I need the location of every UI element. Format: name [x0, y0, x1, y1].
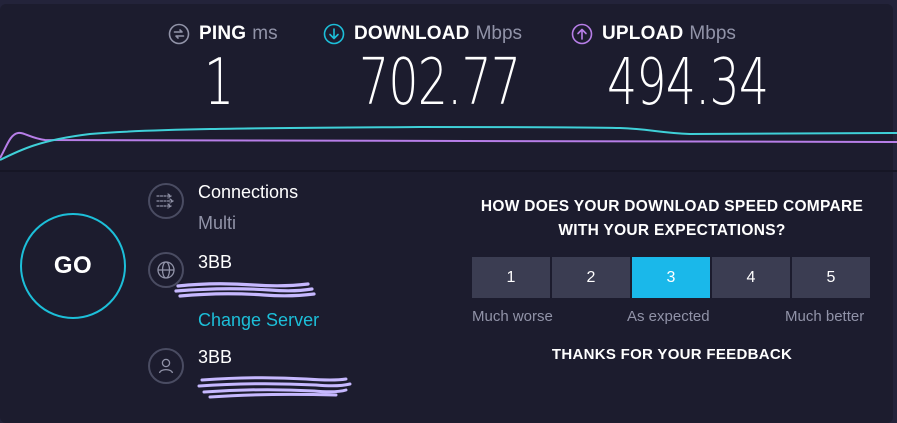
upload-speed-line — [0, 131, 897, 159]
ping-value: 1 — [204, 46, 234, 120]
connections-mode: Multi — [198, 213, 237, 233]
feedback-question: HOW DOES YOUR DOWNLOAD SPEED COMPARE WIT… — [462, 195, 882, 243]
feedback-thanks: THANKS FOR YOUR FEEDBACK — [551, 346, 793, 363]
download-metric: DOWNLOAD Mbps 702.77 — [323, 22, 522, 120]
download-label: DOWNLOAD — [354, 23, 470, 44]
redacted-server-name — [174, 282, 316, 298]
ping-unit: ms — [252, 23, 278, 44]
user-isp: 3BB — [198, 347, 233, 367]
rating-option-2[interactable]: 2 — [552, 257, 630, 298]
scale-label-low: Much worse — [472, 308, 553, 325]
upload-arrow-icon — [571, 23, 593, 45]
redacted-user-ip — [197, 376, 352, 399]
download-arrow-icon — [323, 23, 345, 45]
feedback-question-line2: WITH YOUR EXPECTATIONS? — [558, 222, 786, 239]
upload-metric: UPLOAD Mbps 494.34 — [571, 22, 769, 120]
ping-header: PING ms — [168, 22, 278, 46]
rating-option-4[interactable]: 4 — [712, 257, 790, 298]
change-server-link[interactable]: Change Server — [198, 310, 319, 331]
user-icon — [148, 348, 184, 384]
upload-header: UPLOAD Mbps — [571, 22, 736, 46]
scale-label-high: Much better — [785, 308, 865, 325]
speed-graph — [0, 125, 897, 161]
ping-label: PING — [199, 23, 247, 44]
scale-label-mid: As expected — [627, 308, 710, 325]
server-isp: 3BB — [198, 252, 233, 272]
download-header: DOWNLOAD Mbps — [323, 22, 522, 46]
rating-option-1[interactable]: 1 — [472, 257, 550, 298]
go-button[interactable]: GO — [20, 213, 126, 319]
upload-label: UPLOAD — [602, 23, 684, 44]
ping-metric: PING ms 1 — [168, 22, 278, 120]
download-speed-line — [0, 125, 897, 161]
rating-option-3[interactable]: 3 — [632, 257, 710, 298]
rating-scale: 1 2 3 4 5 — [472, 257, 870, 298]
ping-icon — [168, 23, 190, 45]
download-unit: Mbps — [475, 23, 523, 44]
rating-option-5[interactable]: 5 — [792, 257, 870, 298]
divider — [0, 170, 897, 172]
connections-title: Connections — [198, 182, 299, 202]
upload-value: 494.34 — [607, 46, 769, 120]
connections-icon — [148, 183, 184, 219]
feedback-question-line1: HOW DOES YOUR DOWNLOAD SPEED COMPARE — [480, 198, 864, 215]
upload-unit: Mbps — [689, 23, 736, 44]
download-value: 702.77 — [359, 46, 521, 120]
